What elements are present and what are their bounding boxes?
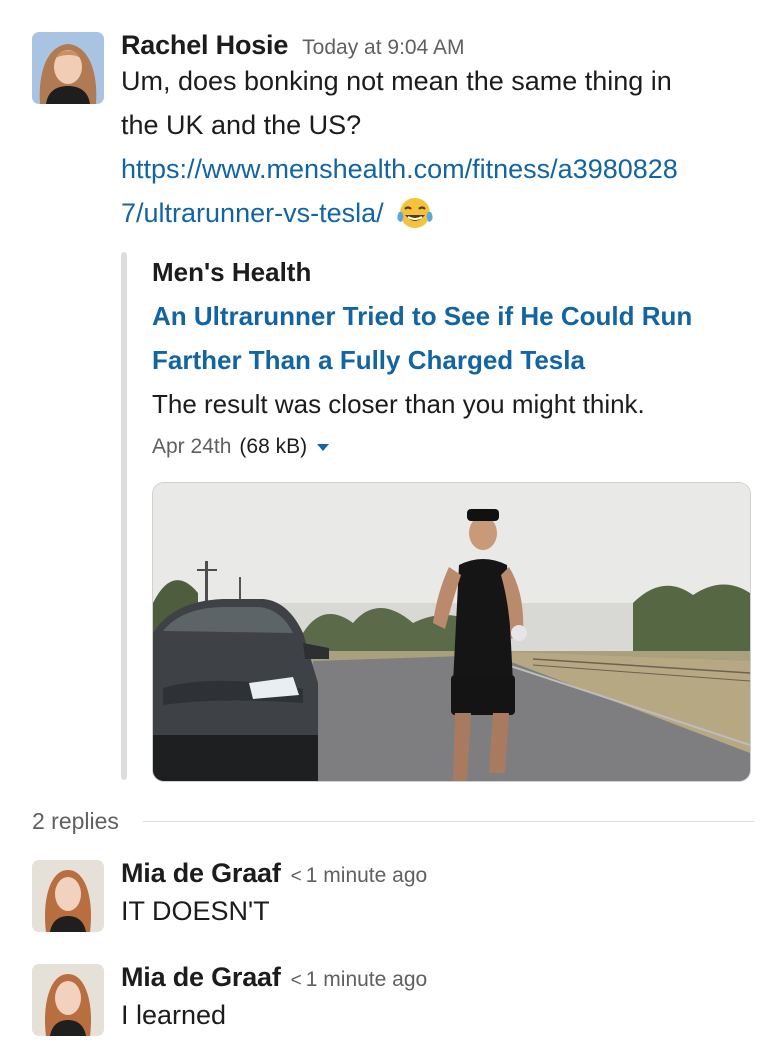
preview-meta: Apr 24th (68 kB) xyxy=(152,428,761,466)
timestamp[interactable]: Today at 9:04 AM xyxy=(302,36,464,60)
joy-emoji-icon[interactable] xyxy=(396,196,434,230)
preview-image[interactable] xyxy=(152,482,751,782)
preview-title-line[interactable]: An Ultrarunner Tried to See if He Could … xyxy=(152,294,761,338)
message-header: Rachel Hosie Today at 9:04 AM xyxy=(121,30,764,61)
timestamp[interactable]: 1 minute ago xyxy=(306,968,427,992)
caret-down-icon[interactable] xyxy=(317,443,330,451)
preview-title-line[interactable]: Farther Than a Fully Charged Tesla xyxy=(152,338,761,382)
attachment-bar xyxy=(121,252,127,780)
reply-header: Mia de Graaf < 1 minute ago xyxy=(121,962,764,993)
author-name[interactable]: Rachel Hosie xyxy=(121,30,288,61)
thread-chevron-icon: < xyxy=(290,970,302,991)
article-link-continued[interactable]: 7/ultrarunner-vs-tesla/ xyxy=(121,191,384,235)
author-name[interactable]: Mia de Graaf xyxy=(121,858,281,889)
avatar[interactable] xyxy=(32,860,104,932)
author-name[interactable]: Mia de Graaf xyxy=(121,962,281,993)
message-line: the UK and the US? xyxy=(121,110,362,140)
avatar[interactable] xyxy=(32,964,104,1036)
link-preview-content: Men's Health An Ultrarunner Tried to See… xyxy=(152,252,761,782)
preview-date: Apr 24th xyxy=(152,435,232,458)
thread-replies-divider: 2 replies xyxy=(32,808,754,835)
preview-site-name: Men's Health xyxy=(152,257,312,287)
reply-message: Mia de Graaf < 1 minute ago IT DOESN'T xyxy=(32,858,764,940)
reply-text: IT DOESN'T xyxy=(121,896,270,926)
reply-text: I learned xyxy=(121,1000,227,1030)
preview-title[interactable]: An Ultrarunner Tried to See if He Could … xyxy=(152,294,761,382)
timestamp[interactable]: 1 minute ago xyxy=(306,864,427,888)
message-line: Um, does bonking not mean the same thing… xyxy=(121,66,672,96)
avatar-photo xyxy=(32,860,104,932)
reply-body: Mia de Graaf < 1 minute ago IT DOESN'T xyxy=(121,858,764,933)
article-link[interactable]: https://www.menshealth.com/fitness/a3980… xyxy=(121,154,678,184)
thread-chevron-icon: < xyxy=(290,866,302,887)
avatar[interactable] xyxy=(32,32,104,104)
message-text: Um, does bonking not mean the same thing… xyxy=(121,59,764,235)
preview-description: The result was closer than you might thi… xyxy=(152,389,645,419)
reply-message: Mia de Graaf < 1 minute ago I learned xyxy=(32,962,764,1044)
preview-size: (68 kB) xyxy=(239,435,308,458)
reply-header: Mia de Graaf < 1 minute ago xyxy=(121,858,764,889)
reply-body: Mia de Graaf < 1 minute ago I learned xyxy=(121,962,764,1037)
runner-and-car-photo xyxy=(153,483,750,781)
replies-count[interactable]: 2 replies xyxy=(32,808,119,835)
message-body: Rachel Hosie Today at 9:04 AM Um, does b… xyxy=(121,30,764,235)
avatar-photo xyxy=(32,964,104,1036)
avatar-photo xyxy=(32,32,104,104)
link-preview[interactable]: Men's Health An Ultrarunner Tried to See… xyxy=(121,252,761,782)
divider-line xyxy=(142,821,754,822)
